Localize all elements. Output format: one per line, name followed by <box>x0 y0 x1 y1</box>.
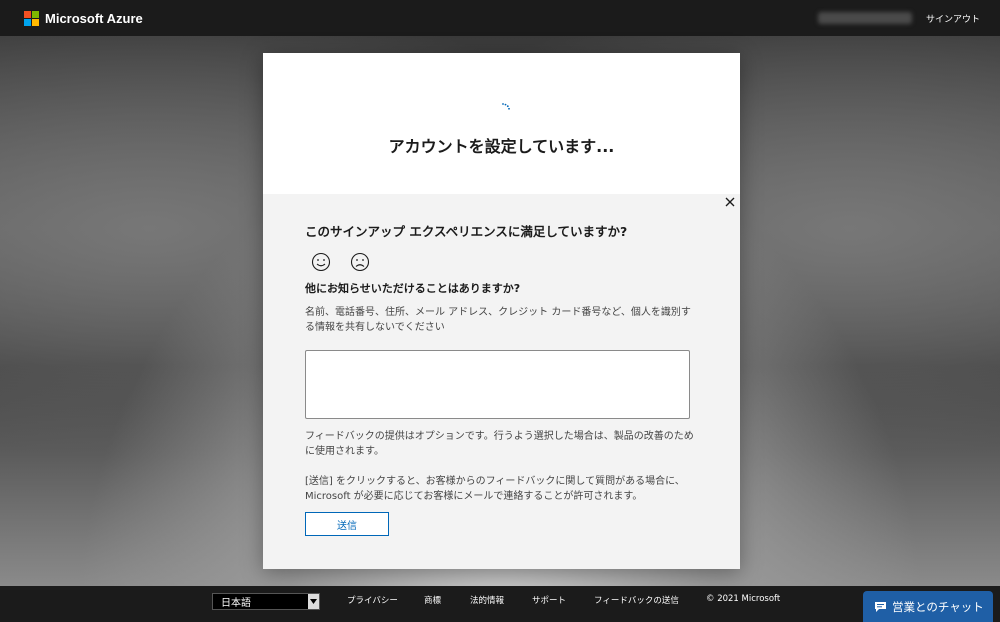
close-icon[interactable] <box>724 196 736 208</box>
footer-link-send-feedback[interactable]: フィードバックの送信 <box>594 594 679 606</box>
satisfaction-question: このサインアップ エクスペリエンスに満足していますか? <box>305 224 628 239</box>
privacy-hint: 名前、電話番号、住所、メール アドレス、クレジット カード番号など、個人を識別す… <box>305 307 691 333</box>
status-title: アカウントを設定しています... <box>388 137 615 156</box>
loading-spinner-icon <box>502 103 510 110</box>
send-button[interactable]: 送信 <box>305 512 389 536</box>
chevron-down-icon <box>308 594 319 609</box>
footer-link-legal[interactable]: 法的情報 <box>470 594 504 606</box>
user-name-blurred <box>817 12 912 24</box>
footer-link-privacy[interactable]: プライバシー <box>347 594 398 606</box>
footer-link-support[interactable]: サポート <box>532 594 566 606</box>
smile-icon[interactable] <box>311 252 331 272</box>
copyright: © 2021 Microsoft <box>706 594 781 604</box>
microsoft-logo-icon <box>24 10 39 26</box>
chat-bubble-icon <box>875 601 886 612</box>
optional-note: フィードバックの提供はオプションです。行うよう選択した場合は、製品の改善のために… <box>305 431 694 457</box>
feedback-textarea[interactable] <box>305 350 690 419</box>
language-select[interactable]: 日本語 <box>212 593 320 610</box>
top-bar: Microsoft Azure サインアウト <box>0 0 1000 36</box>
consent-note: [送信] をクリックすると、お客様からのフィードバックに関して質問がある場合に、… <box>305 476 685 502</box>
footer-link-trademarks[interactable]: 商標 <box>424 594 441 606</box>
frown-icon[interactable] <box>350 252 370 272</box>
language-select-value: 日本語 <box>221 598 251 609</box>
brand-title[interactable]: Microsoft Azure <box>45 11 143 26</box>
sales-chat-label: 営業とのチャット <box>892 599 984 614</box>
signout-link[interactable]: サインアウト <box>926 12 980 25</box>
sales-chat-button[interactable]: 営業とのチャット <box>863 591 993 622</box>
additional-feedback-question: 他にお知らせいただけることはありますか? <box>305 282 521 295</box>
